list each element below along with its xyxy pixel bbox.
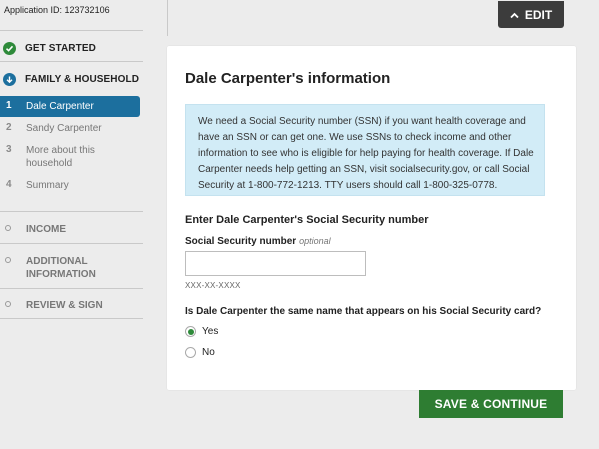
edit-button-label: EDIT: [524, 7, 553, 22]
radio-option-no[interactable]: No: [185, 347, 215, 358]
info-box: We need a Social Security number (SSN) i…: [185, 104, 545, 196]
step-number: 1: [6, 100, 12, 111]
divider: [167, 0, 168, 36]
divider: [0, 61, 143, 62]
radio-option-yes[interactable]: Yes: [185, 326, 218, 337]
arrow-down-circle-icon: [3, 73, 16, 86]
sidebar-item-dale-carpenter[interactable]: 1 Dale Carpenter: [0, 96, 140, 117]
sidebar-section-label: REVIEW & SIGN: [26, 300, 103, 311]
divider: [0, 30, 143, 31]
circle-icon: [5, 257, 11, 263]
save-continue-button[interactable]: SAVE & CONTINUE: [419, 390, 563, 418]
step-number: 2: [6, 122, 12, 133]
step-label: Summary: [26, 180, 69, 191]
step-number: 4: [6, 179, 12, 190]
circle-icon: [5, 225, 11, 231]
sidebar-section-label: INCOME: [26, 224, 66, 235]
step-label: More about this household: [26, 145, 95, 169]
ssn-input[interactable]: [185, 251, 366, 276]
radio-label: Yes: [202, 326, 219, 337]
sidebar: Application ID: 123732106 GET STARTED FA…: [0, 0, 145, 449]
sidebar-section-additional-information[interactable]: ADDITIONAL INFORMATION: [0, 255, 143, 283]
sidebar-item-summary[interactable]: 4 Summary: [0, 179, 140, 193]
ssn-format-hint: XXX-XX-XXXX: [185, 281, 241, 290]
info-text: We need a Social Security number (SSN) i…: [198, 116, 534, 191]
sidebar-section-label: FAMILY & HOUSEHOLD: [25, 74, 140, 85]
check-circle-icon: [3, 42, 16, 55]
ssn-label-text: Social Security number: [185, 236, 297, 247]
sidebar-item-more-about-household[interactable]: 3 More about this household: [0, 144, 140, 172]
divider: [0, 211, 143, 212]
edit-button[interactable]: EDIT: [498, 1, 564, 28]
divider: [0, 318, 143, 319]
form-card: Dale Carpenter's information We need a S…: [167, 46, 576, 390]
ssn-heading: Enter Dale Carpenter's Social Security n…: [185, 214, 429, 226]
chevron-up-icon: [510, 8, 519, 22]
radio-button[interactable]: [185, 347, 196, 358]
sidebar-section-family-household[interactable]: FAMILY & HOUSEHOLD: [0, 73, 143, 86]
step-number: 3: [6, 144, 12, 155]
sidebar-section-label: ADDITIONAL INFORMATION: [26, 256, 96, 280]
divider: [0, 288, 143, 289]
sidebar-section-get-started[interactable]: GET STARTED: [0, 42, 143, 55]
sidebar-section-income[interactable]: INCOME: [0, 223, 143, 237]
step-label: Sandy Carpenter: [26, 123, 102, 134]
ssn-label: Social Security number optional: [185, 236, 331, 247]
divider: [0, 243, 143, 244]
step-label: Dale Carpenter: [26, 101, 94, 112]
sidebar-section-label: GET STARTED: [25, 43, 96, 54]
sidebar-section-review-sign[interactable]: REVIEW & SIGN: [0, 299, 143, 313]
sidebar-item-sandy-carpenter[interactable]: 2 Sandy Carpenter: [0, 122, 140, 136]
name-match-question: Is Dale Carpenter the same name that app…: [185, 306, 542, 317]
circle-icon: [5, 301, 11, 307]
radio-button[interactable]: [185, 326, 196, 337]
optional-tag: optional: [299, 236, 331, 246]
application-id: Application ID: 123732106: [4, 5, 110, 15]
page-title: Dale Carpenter's information: [185, 70, 391, 87]
radio-label: No: [202, 347, 215, 358]
